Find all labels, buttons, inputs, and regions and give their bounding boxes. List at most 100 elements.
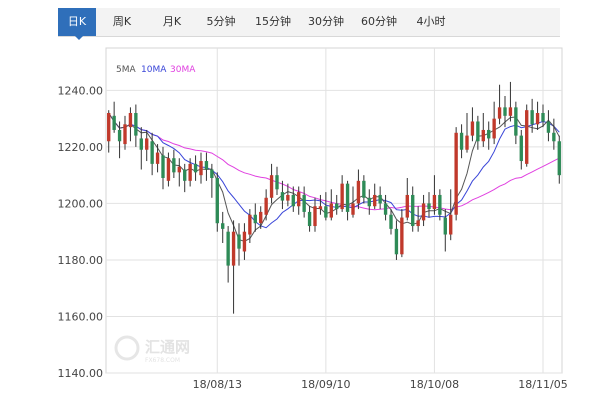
legend-item: 5MA: [116, 65, 136, 75]
candle-body: [264, 197, 268, 215]
candle-body: [259, 211, 263, 224]
kline-chart[interactable]: 汇通网 FX678.COM 1240.00 1220.00 1200.00 1180.…: [0, 40, 612, 400]
candle-down: [302, 186, 306, 218]
candle-down: [193, 155, 198, 181]
candle-down: [411, 186, 415, 232]
candle-body: [291, 194, 295, 207]
candle-body: [204, 161, 209, 170]
x-tick-label: 18/10/08: [410, 378, 459, 391]
candle-down: [367, 189, 371, 215]
candle-body: [302, 194, 306, 212]
candle-body: [215, 178, 219, 224]
tab-15min[interactable]: 15分钟: [246, 8, 300, 36]
candle-body: [383, 203, 388, 215]
candle-body: [557, 141, 561, 176]
candle-down: [237, 223, 241, 266]
candle-body: [307, 211, 312, 227]
candle-body: [313, 206, 317, 227]
candle-body: [530, 110, 534, 125]
candle-body: [465, 135, 469, 150]
candle-body: [497, 107, 502, 119]
tab-day-k[interactable]: 日K: [58, 8, 96, 36]
candle-body: [231, 231, 236, 266]
candle-body: [242, 231, 247, 252]
candle-down: [335, 194, 339, 215]
period-tab-bar: 日K 周K 月K 5分钟 15分钟 30分钟 60分钟 4小时: [58, 8, 560, 37]
candle-body: [335, 203, 339, 210]
candle-body: [188, 163, 192, 181]
candle-up: [492, 101, 496, 145]
candle-body: [421, 203, 426, 221]
candle-down: [438, 189, 442, 221]
candle-up: [123, 115, 127, 150]
candle-down: [345, 180, 350, 221]
candle-body: [161, 155, 165, 178]
moving-average-lines: [108, 112, 560, 242]
candle-up: [373, 183, 377, 210]
candle-down: [394, 220, 399, 260]
candle-body: [508, 107, 513, 116]
candle-body: [253, 214, 257, 224]
candle-body: [123, 124, 127, 145]
candle-up: [356, 169, 361, 210]
tab-60min[interactable]: 60分钟: [352, 8, 406, 36]
candle-body: [427, 203, 431, 210]
tab-4hour[interactable]: 4小时: [406, 8, 456, 36]
candle-down: [183, 163, 187, 193]
candle-down: [487, 121, 491, 150]
candle-body: [318, 206, 323, 210]
candle-body: [378, 194, 382, 204]
tab-30min[interactable]: 30分钟: [300, 8, 352, 36]
candle-up: [508, 81, 513, 122]
candle-body: [345, 183, 350, 212]
candle-body: [329, 203, 333, 218]
ma30-line: [108, 112, 560, 211]
candle-body: [416, 220, 420, 227]
candle-body: [166, 158, 171, 181]
candle-body: [280, 192, 285, 201]
candle-down: [427, 192, 431, 218]
candle-down: [161, 146, 165, 190]
candle-body: [432, 194, 437, 210]
candle-down: [221, 211, 225, 243]
candle-body: [519, 135, 523, 162]
ma5-line: [108, 112, 560, 242]
candle-body: [351, 203, 355, 215]
tab-month-k[interactable]: 月K: [148, 8, 196, 36]
candle-up: [465, 113, 469, 153]
candle-body: [503, 107, 507, 116]
candle-up: [269, 163, 274, 204]
candle-body: [405, 194, 409, 218]
legend-item: 10MA: [141, 65, 167, 75]
candle-down: [476, 115, 480, 150]
tab-5min[interactable]: 5分钟: [196, 8, 246, 36]
candle-body: [535, 113, 540, 125]
candle-body: [210, 169, 214, 178]
candle-body: [492, 118, 496, 139]
y-axis: 1240.00 1220.00 1200.00 1180.00 1160.00 1140.…: [58, 84, 104, 380]
candle-down: [362, 175, 366, 204]
candle-down: [139, 127, 143, 170]
candle-down: [541, 104, 545, 128]
candle-body: [443, 217, 447, 235]
tab-week-k[interactable]: 周K: [96, 8, 148, 36]
candle-down: [383, 194, 388, 221]
candle-body: [373, 194, 377, 207]
candle-up: [470, 107, 475, 142]
candle-body: [454, 132, 458, 215]
candle-body: [150, 141, 154, 164]
candle-down: [172, 149, 176, 178]
candle-down: [546, 110, 551, 142]
kline-chart-svg[interactable]: 汇通网 FX678.COM 1240.00 1220.00 1200.00 1180.…: [0, 40, 612, 400]
candle-body: [459, 132, 464, 150]
candle-body: [117, 129, 122, 142]
candle-body: [269, 175, 274, 198]
candle-body: [367, 197, 371, 207]
candle-down: [134, 104, 138, 147]
candle-down: [459, 124, 464, 159]
y-tick-label: 1180.00: [58, 254, 104, 267]
candle-body: [481, 129, 485, 142]
legend-item: 30MA: [170, 65, 196, 75]
candle-body: [286, 194, 290, 201]
candle-down: [253, 203, 257, 232]
